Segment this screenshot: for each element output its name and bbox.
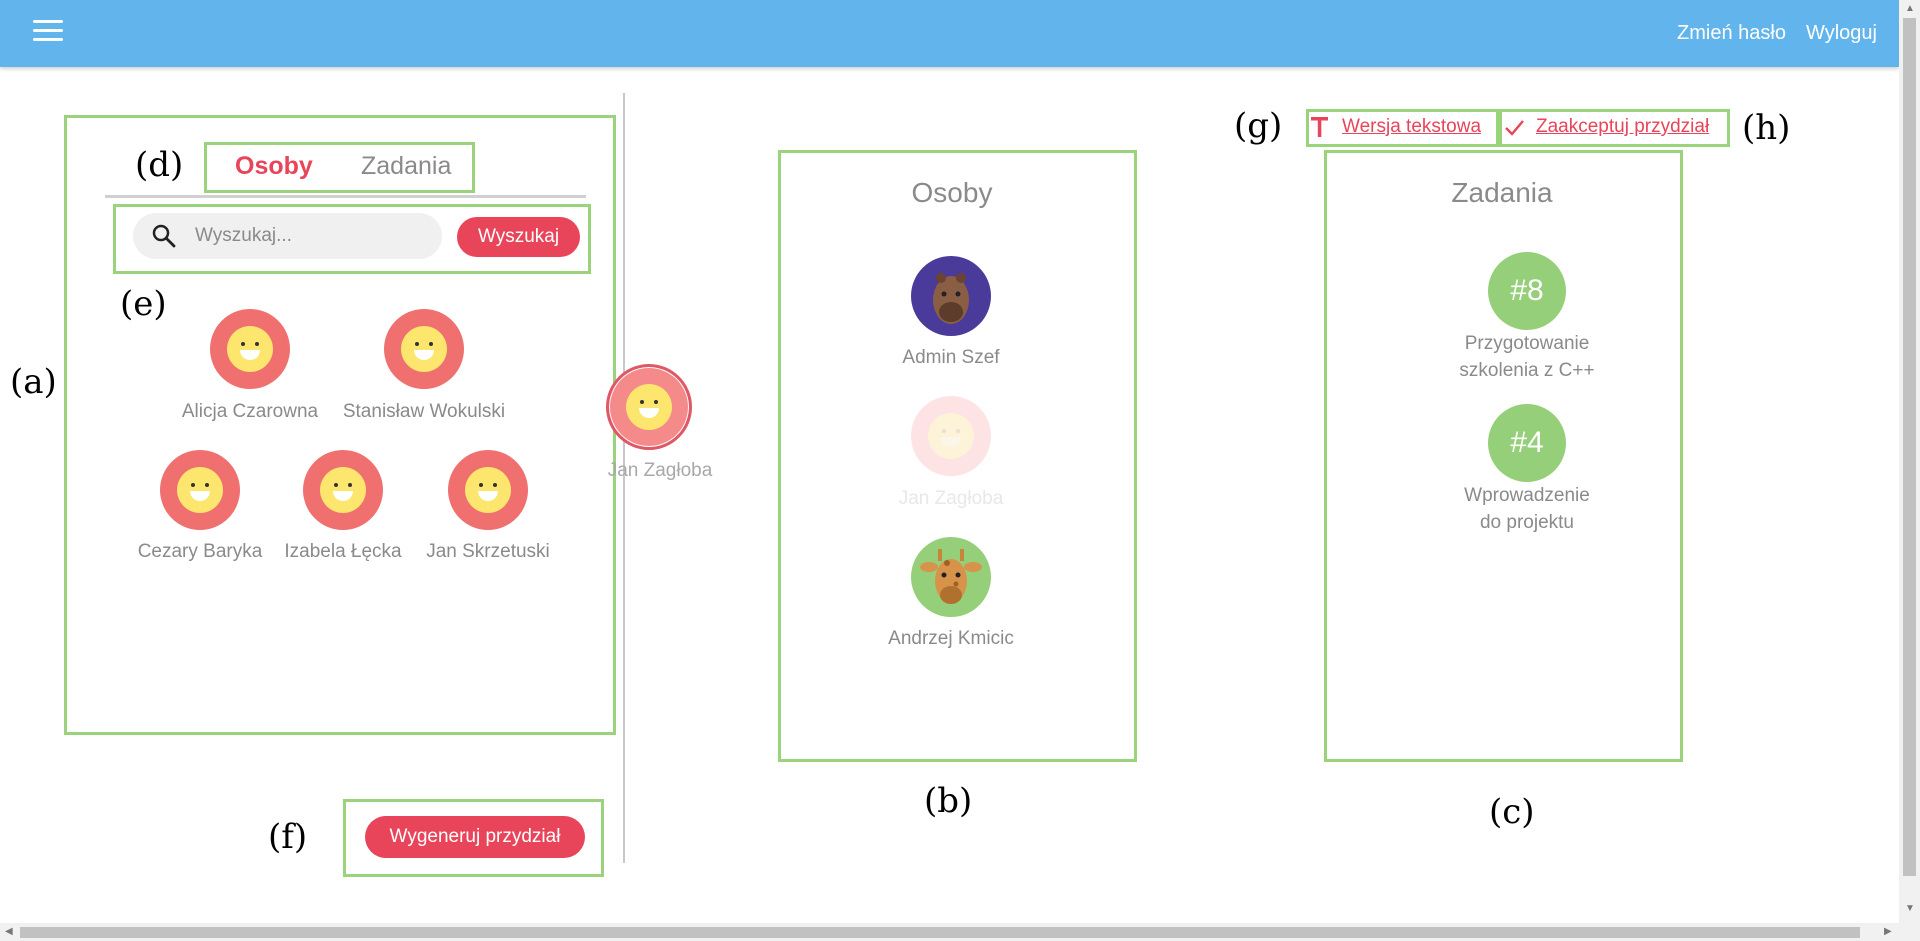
scroll-right-icon[interactable]: ▶ — [1884, 926, 1892, 937]
vertical-scroll-thumb[interactable] — [1903, 18, 1916, 876]
smiley-icon — [448, 450, 528, 530]
dragged-person-name: Jan Zagłoba — [607, 460, 713, 481]
person-name: Andrzej Kmicic — [888, 628, 1014, 649]
annotation-a: (a) — [10, 362, 57, 402]
giraffe-icon — [911, 537, 991, 617]
person-name: Stanisław Wokulski — [342, 401, 506, 422]
task-id: #8 — [1488, 252, 1566, 330]
person-name: Alicja Czarowna — [181, 401, 319, 422]
persons-column-title: Osoby — [911, 177, 993, 208]
menu-icon[interactable] — [33, 18, 63, 44]
annotation-f: (f) — [268, 817, 308, 857]
task-title-line: Wprowadzenie — [1464, 485, 1590, 506]
capybara-icon — [911, 256, 991, 336]
tab-osoby[interactable]: Osoby — [235, 152, 313, 181]
person-name: Jan Skrzetuski — [426, 541, 550, 562]
task-title-line: Przygotowanie — [1464, 333, 1590, 354]
horizontal-scrollbar[interactable]: ◀ ▶ — [0, 923, 1920, 941]
smiley-icon — [911, 396, 991, 476]
tab-underline — [105, 195, 586, 198]
scroll-left-icon[interactable]: ◀ — [5, 926, 13, 937]
vertical-scrollbar[interactable]: ▲ ▼ — [1899, 0, 1920, 923]
scroll-up-icon[interactable]: ▲ — [1905, 3, 1915, 14]
text-version-link[interactable]: Wersja tekstowa — [1342, 116, 1481, 138]
person-name: Admin Szef — [902, 347, 1000, 368]
app-root: Zmień hasło Wyloguj (a) (b) (c) (d) (e) … — [0, 0, 1920, 941]
scroll-down-icon[interactable]: ▼ — [1905, 903, 1915, 914]
text-icon — [1311, 117, 1328, 137]
person-name: Izabela Łęcka — [284, 541, 402, 562]
smiley-icon — [384, 309, 464, 389]
change-password-link[interactable]: Zmień hasło — [1677, 22, 1786, 45]
smiley-icon — [606, 364, 692, 450]
tasks-column-title: Zadania — [1451, 177, 1553, 208]
logout-link[interactable]: Wyloguj — [1806, 22, 1877, 45]
task-id: #4 — [1488, 404, 1566, 482]
smiley-icon — [303, 450, 383, 530]
task-title-line: do projektu — [1479, 512, 1574, 533]
smiley-icon — [210, 309, 290, 389]
annotation-c: (c) — [1489, 792, 1535, 832]
tab-zadania[interactable]: Zadania — [361, 152, 451, 181]
task-title-line: szkolenia z C++ — [1459, 360, 1595, 381]
accept-assignment-link[interactable]: Zaakceptuj przydział — [1536, 116, 1709, 138]
search-input[interactable] — [195, 213, 425, 259]
task-title: Wprowadzenie do projektu — [1407, 482, 1647, 536]
search-button[interactable]: Wyszukaj — [457, 217, 580, 257]
person-name: Cezary Baryka — [137, 541, 263, 562]
task-title: Przygotowanie szkolenia z C++ — [1407, 330, 1647, 384]
annotation-b: (b) — [924, 781, 973, 821]
horizontal-scroll-thumb[interactable] — [20, 927, 1860, 938]
check-icon — [1505, 120, 1524, 136]
annotation-g: (g) — [1234, 106, 1283, 146]
generate-assignment-button[interactable]: Wygeneruj przydział — [365, 816, 585, 858]
top-bar: Zmień hasło Wyloguj — [0, 0, 1899, 67]
person-name: Jan Zagłoba — [898, 488, 1004, 509]
smiley-icon — [160, 450, 240, 530]
search-icon — [152, 224, 176, 248]
annotation-h: (h) — [1742, 108, 1791, 148]
search-field — [133, 213, 442, 259]
